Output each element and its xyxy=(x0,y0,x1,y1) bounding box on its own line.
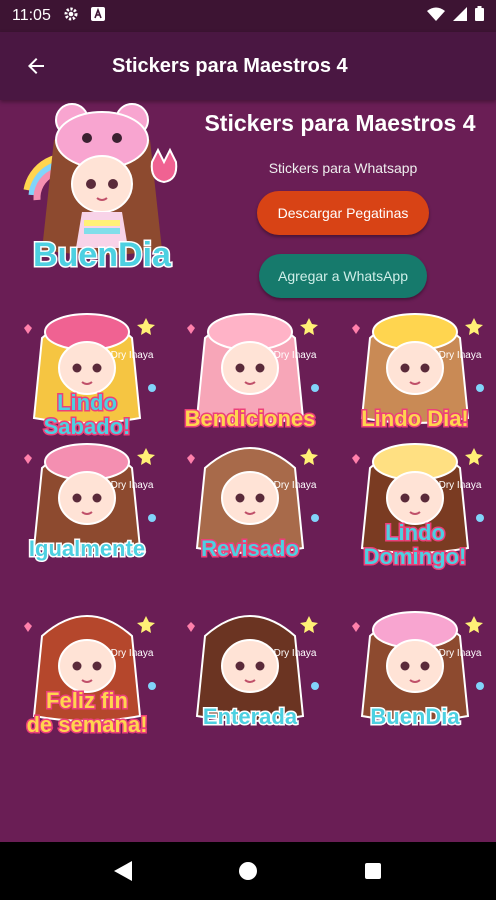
pack-header: BuenDia Stickers para Maestros 4 Sticker… xyxy=(0,100,496,308)
sticker-caption: Domingo! xyxy=(364,544,467,569)
sticker-item[interactable]: Dry Inaya Feliz finde semana! xyxy=(12,596,162,741)
sticker-credit: Dry Inaya xyxy=(111,480,154,491)
sticker-caption: Igualmente xyxy=(29,536,145,561)
sticker-item[interactable]: Dry Inaya Revisado xyxy=(175,428,325,573)
nav-back-button[interactable] xyxy=(99,847,147,895)
sticker-credit: Dry Inaya xyxy=(274,480,317,491)
sticker-credit: Dry Inaya xyxy=(439,350,482,361)
sticker-credit: Dry Inaya xyxy=(111,350,154,361)
tray-icon-sticker: BuenDia xyxy=(23,103,178,276)
sticker-caption: BuenDia xyxy=(370,704,460,729)
add-to-whatsapp-button[interactable]: Agregar a WhatsApp xyxy=(259,254,427,298)
sticker-caption: Revisado xyxy=(201,536,299,561)
svg-text:BuenDia: BuenDia xyxy=(33,236,172,274)
nav-recents-button[interactable] xyxy=(349,847,397,895)
sticker-credit: Dry Inaya xyxy=(274,350,317,361)
sticker-credit: Dry Inaya xyxy=(274,648,317,659)
circle-home-icon xyxy=(238,862,257,880)
sticker-credit: Dry Inaya xyxy=(439,648,482,659)
sticker-caption: Feliz fin xyxy=(46,688,128,713)
app-bar: Stickers para Maestros 4 xyxy=(0,32,496,100)
status-bar: 11:05 xyxy=(0,0,496,32)
sticker-grid: Dry Inaya Lindo Sabado! Dry Inaya Bendicione… xyxy=(0,308,496,840)
back-button[interactable] xyxy=(8,38,64,94)
sticker-item[interactable]: Dry InayaLindo Dia! xyxy=(340,308,490,443)
system-nav-bar xyxy=(0,842,496,900)
sticker-credit: Dry Inaya xyxy=(111,648,154,659)
sticker-item[interactable]: Dry Inaya BuenDia xyxy=(340,596,490,741)
wifi-icon xyxy=(427,7,445,26)
nav-home-button[interactable] xyxy=(224,847,272,895)
arrow-left-icon xyxy=(28,58,44,74)
sticker-caption: Enterada xyxy=(203,704,298,729)
gear-icon xyxy=(63,6,79,27)
sticker-caption: de semana! xyxy=(26,712,147,737)
font-a-icon xyxy=(90,6,105,26)
battery-icon xyxy=(475,6,484,26)
signal-icon xyxy=(453,6,467,26)
square-recents-icon xyxy=(365,863,382,879)
triangle-back-icon xyxy=(113,861,132,881)
sticker-item[interactable]: Dry InayaLindoSabado! xyxy=(12,308,162,443)
sticker-item[interactable]: Dry Inaya Enterada xyxy=(175,596,325,741)
status-time: 11:05 xyxy=(12,7,51,24)
pack-title: Stickers para Maestros 4 xyxy=(204,110,476,136)
download-stickers-button[interactable]: Descargar Pegatinas xyxy=(257,191,429,235)
sticker-caption: Lindo xyxy=(385,520,445,545)
sticker-item[interactable]: Dry Inaya Igualmente xyxy=(12,428,162,573)
app-title: Stickers para Maestros 4 xyxy=(112,54,348,77)
sticker-credit: Dry Inaya xyxy=(439,480,482,491)
sticker-item[interactable]: Dry Inaya LindoDomingo! xyxy=(340,428,490,573)
sticker-caption: Lindo xyxy=(57,390,117,415)
pack-subtitle: Stickers para Whatsapp xyxy=(268,160,418,176)
sticker-item[interactable]: Dry InayaBendiciones xyxy=(175,308,325,443)
